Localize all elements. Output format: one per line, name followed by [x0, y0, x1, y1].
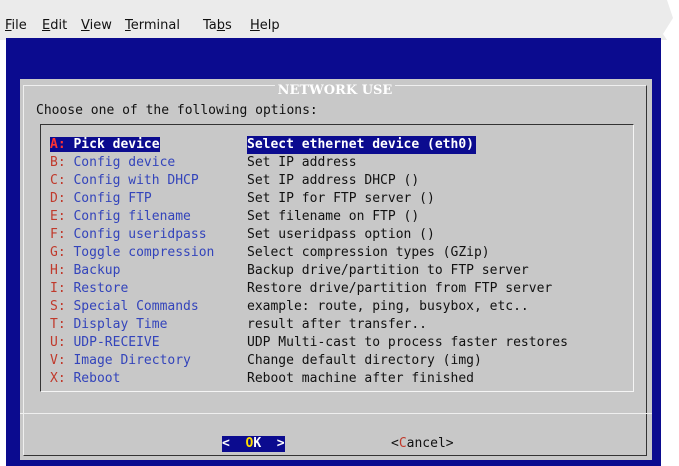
- dialog-prompt: Choose one of the following options:: [36, 103, 318, 118]
- menu-option-i[interactable]: I: Restore Restore drive/partition from F…: [50, 280, 552, 298]
- menu-option-description: UDP Multi-cast to process faster restore…: [247, 335, 568, 350]
- menu-option-description: Reboot machine after finished: [247, 371, 474, 386]
- menu-option-description: result after transfer..: [247, 317, 428, 332]
- dialog-title: NETWORK USE: [24, 83, 646, 98]
- menu-option-label: Config useridpass: [65, 227, 207, 242]
- menu-option-tag: G: Toggle compression: [50, 245, 214, 260]
- menu-option-key: S:: [50, 299, 66, 314]
- menu-option-key: E:: [50, 209, 66, 224]
- menu-option-tag: B: Config device: [50, 155, 175, 170]
- menu-option-g[interactable]: G: Toggle compression Select compression …: [50, 244, 490, 262]
- menu-option-description: Restore drive/partition from FTP server: [247, 281, 553, 296]
- menu-option-x[interactable]: X: Reboot Reboot machine after finished: [50, 370, 474, 388]
- menu-option-label: Config device: [65, 155, 176, 170]
- menu-option-key: X:: [50, 371, 66, 386]
- menu-option-label: Special Commands: [65, 299, 199, 314]
- menu-option-label: Reboot: [65, 371, 121, 386]
- menu-option-tag: D: Config FTP: [50, 191, 152, 206]
- menu-option-key: A:: [50, 137, 66, 152]
- menu-option-key: I:: [50, 281, 66, 296]
- menu-option-tag: I: Restore: [50, 281, 128, 296]
- button-separator: [20, 413, 652, 414]
- menu-option-description: example: route, ping, busybox, etc..: [247, 299, 529, 314]
- menu-option-key: D:: [50, 191, 66, 206]
- menu-file[interactable]: File: [5, 19, 27, 33]
- menu-option-tag: H: Backup: [50, 263, 120, 278]
- menu-option-label: Backup: [65, 263, 121, 278]
- menu-option-label: Toggle compression: [65, 245, 215, 260]
- menu-view[interactable]: View: [81, 19, 112, 33]
- menu-option-f[interactable]: F: Config useridpass Set useridpass optio…: [50, 226, 435, 244]
- menu-option-key: H:: [50, 263, 66, 278]
- menu-option-description: Select ethernet device (eth0): [247, 136, 476, 154]
- menu-option-key: G:: [50, 245, 66, 260]
- menu-option-key: T:: [50, 317, 66, 332]
- menu-option-a[interactable]: A: Pick device Select ethernet device (et…: [50, 136, 476, 154]
- menu-option-key: U:: [50, 335, 66, 350]
- menu-edit[interactable]: Edit: [42, 19, 67, 33]
- menu-option-description: Set IP address DHCP (): [247, 173, 420, 188]
- menu-option-key: C:: [50, 173, 66, 188]
- menu-help[interactable]: Help: [250, 19, 280, 33]
- menu-option-tag: F: Config useridpass: [50, 227, 207, 242]
- menu-option-tag: T: Display Time: [50, 317, 167, 332]
- menu-option-description: Set filename on FTP (): [247, 209, 420, 224]
- menu-option-label: Config FTP: [65, 191, 152, 206]
- menu-option-key: B:: [50, 155, 66, 170]
- menu-option-label: Pick device: [65, 137, 160, 152]
- menu-option-label: Restore: [65, 281, 129, 296]
- menu-option-e[interactable]: E: Config filename Set filename on FTP (): [50, 208, 419, 226]
- menu-option-label: UDP-RECEIVE: [65, 335, 160, 350]
- menu-option-tag: X: Reboot: [50, 371, 120, 386]
- menu-terminal[interactable]: Terminal: [125, 19, 180, 33]
- menu-option-c[interactable]: C: Config with DHCP Set IP address DHCP (…: [50, 172, 419, 190]
- torn-edge-decoration: [661, 0, 679, 466]
- menu-option-label: Image Directory: [65, 353, 191, 368]
- menu-option-description: Set useridpass option (): [247, 227, 435, 242]
- cancel-button[interactable]: <Cancel>: [391, 436, 454, 452]
- menu-option-description: Change default directory (img): [247, 353, 482, 368]
- menu-option-label: Config with DHCP: [65, 173, 199, 188]
- ok-button[interactable]: < OK >: [222, 436, 285, 452]
- menu-bar: File Edit View Terminal Tabs Help: [0, 0, 679, 40]
- menu-tabs[interactable]: Tabs: [203, 19, 232, 33]
- menu-option-description: Select compression types (GZip): [247, 245, 490, 260]
- menu-option-tag: E: Config filename: [50, 209, 191, 224]
- menu-option-label: Display Time: [65, 317, 168, 332]
- network-use-dialog: NETWORK USE Choose one of the following …: [20, 79, 652, 460]
- menu-option-tag: C: Config with DHCP: [50, 173, 199, 188]
- menu-option-d[interactable]: D: Config FTP Set IP for FTP server (): [50, 190, 435, 208]
- menu-option-u[interactable]: U: UDP-RECEIVE UDP Multi-cast to process …: [50, 334, 568, 352]
- menu-option-description: Set IP for FTP server (): [247, 191, 435, 206]
- menu-option-description: Backup drive/partition to FTP server: [247, 263, 529, 278]
- menu-option-h[interactable]: H: Backup Backup drive/partition to FTP s…: [50, 262, 529, 280]
- terminal-window: NETWORK USE Choose one of the following …: [6, 38, 661, 466]
- menu-option-key: F:: [50, 227, 66, 242]
- menu-option-tag: U: UDP-RECEIVE: [50, 335, 160, 350]
- menu-option-tag: S: Special Commands: [50, 299, 199, 314]
- menu-option-v[interactable]: V: Image Directory Change default directo…: [50, 352, 482, 370]
- menu-option-tag: A: Pick device: [50, 137, 160, 152]
- menu-option-t[interactable]: T: Display Time result after transfer..: [50, 316, 427, 334]
- menu-option-tag: V: Image Directory: [50, 353, 191, 368]
- menu-option-s[interactable]: S: Special Commands example: route, ping,…: [50, 298, 529, 316]
- menu-option-label: Config filename: [65, 209, 191, 224]
- menu-option-description: Set IP address: [247, 155, 357, 170]
- menu-option-b[interactable]: B: Config device Set IP address: [50, 154, 357, 172]
- menu-option-key: V:: [50, 353, 66, 368]
